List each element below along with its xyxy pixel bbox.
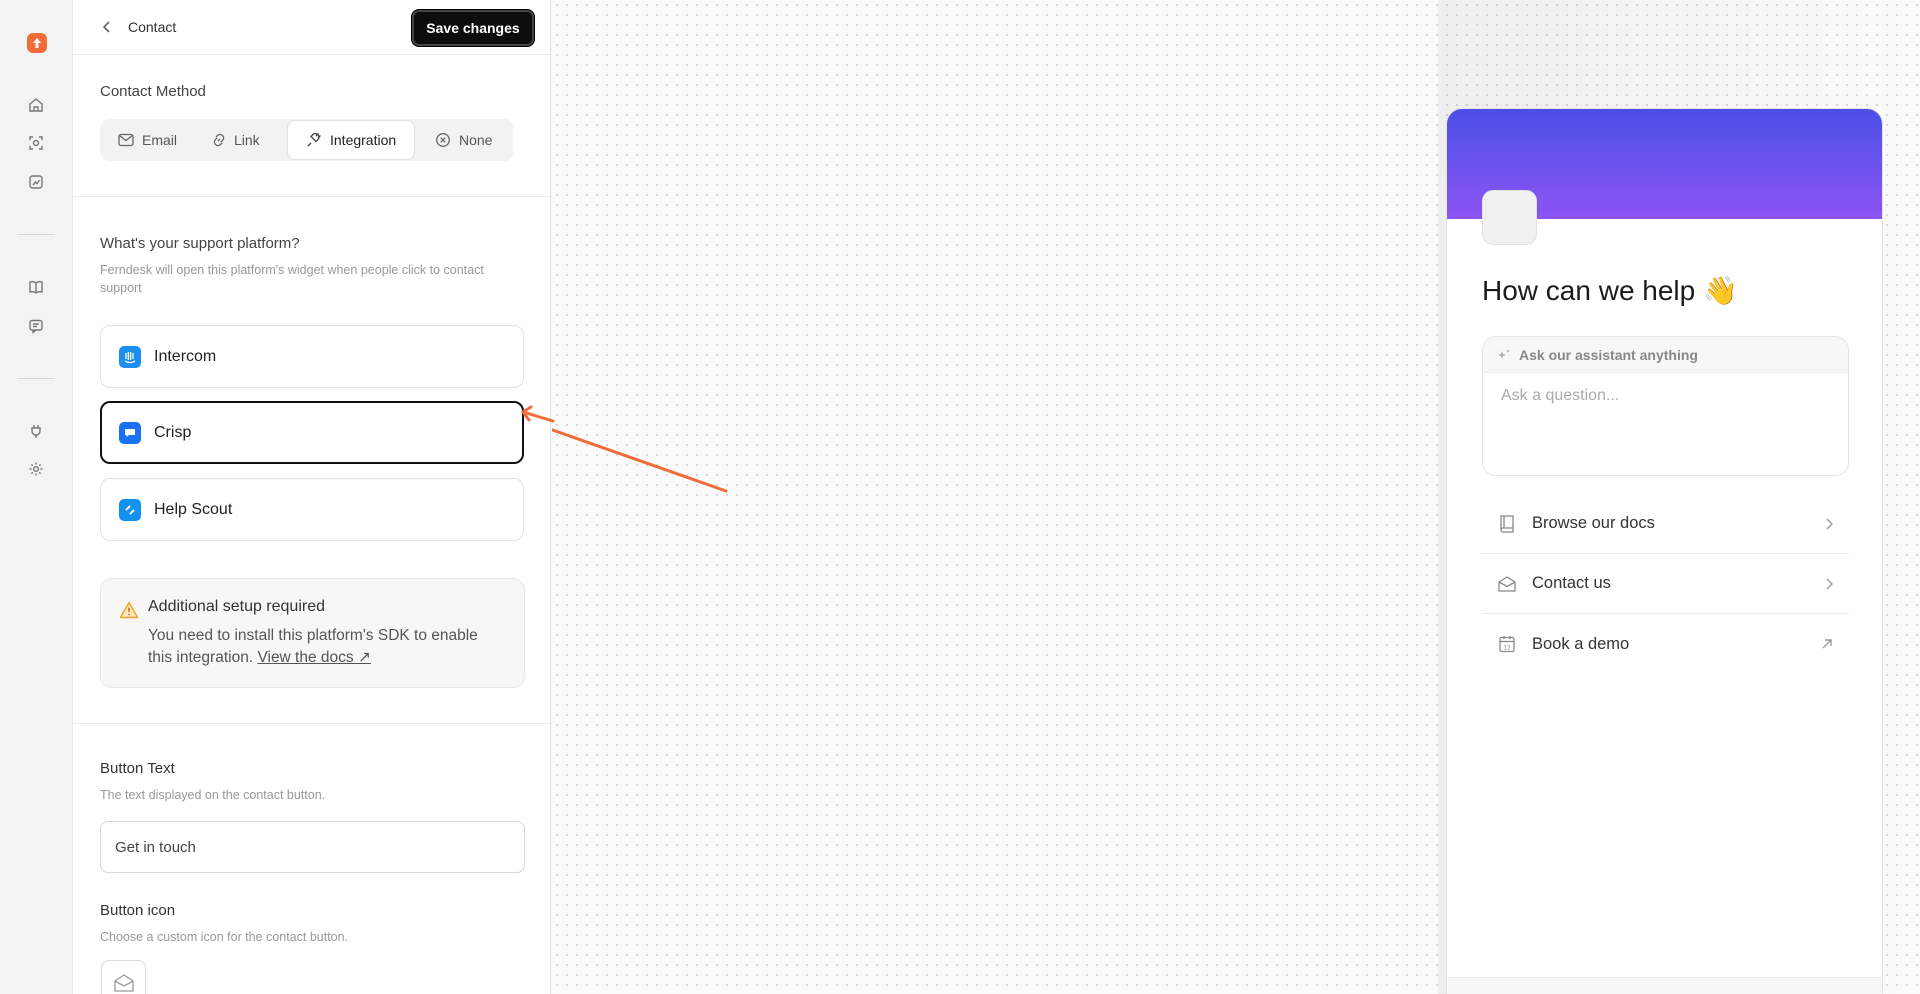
- section-divider: [73, 723, 550, 724]
- contact-method-none-label: None: [459, 132, 493, 148]
- platform-option-label: Help Scout: [154, 500, 233, 518]
- chevron-right-icon: [1825, 518, 1833, 530]
- button-icon-picker[interactable]: [101, 960, 146, 994]
- envelope-icon: [118, 133, 134, 147]
- calendar-icon: 12: [1496, 633, 1518, 655]
- powered-by-footer: [1447, 977, 1882, 994]
- intercom-logo-icon: [119, 345, 141, 368]
- warning-icon: [119, 601, 139, 624]
- contact-method-none[interactable]: None: [417, 120, 513, 160]
- contact-method-email-label: Email: [142, 132, 178, 148]
- assistant-box[interactable]: Ask our assistant anything Ask a questio…: [1482, 336, 1849, 476]
- widget-link-label: Contact us: [1532, 574, 1611, 592]
- platform-option-crisp[interactable]: Crisp: [100, 401, 524, 464]
- envelope-open-icon: [113, 973, 134, 992]
- widget-link-book-demo[interactable]: 12 Book a demo: [1482, 614, 1849, 674]
- gear-icon[interactable]: [26, 459, 46, 479]
- platform-question: What's your support platform?: [100, 235, 300, 252]
- annotation-arrow: [552, 428, 728, 493]
- contact-method-link-label: Link: [234, 132, 260, 148]
- panel-topbar: Contact Save changes: [73, 0, 550, 55]
- book-icon[interactable]: [26, 277, 46, 297]
- button-text-input[interactable]: [100, 821, 525, 873]
- external-arrow-icon: [1821, 638, 1833, 650]
- chat-icon[interactable]: [26, 316, 46, 336]
- scan-icon[interactable]: [26, 133, 46, 153]
- rail-divider: [17, 234, 55, 235]
- assistant-question-input[interactable]: Ask a question...: [1501, 387, 1619, 405]
- contact-method-integration[interactable]: Integration: [287, 120, 415, 160]
- help-widget-preview: How can we help 👋 Ask our assistant anyt…: [1446, 108, 1883, 994]
- button-icon-label: Button icon: [100, 902, 176, 919]
- back-chevron-icon[interactable]: [97, 17, 117, 37]
- rail-divider: [17, 378, 55, 379]
- button-text-help: The text displayed on the contact button…: [100, 788, 326, 802]
- plug-icon: [307, 132, 321, 147]
- book-icon: [1496, 513, 1518, 535]
- x-circle-icon: [436, 133, 450, 147]
- button-text-label: Button Text: [100, 760, 175, 777]
- notice-title: Additional setup required: [148, 598, 326, 615]
- plug-icon[interactable]: [26, 421, 46, 441]
- annotation-arrowhead: [521, 405, 555, 423]
- contact-method-integration-label: Integration: [330, 132, 397, 148]
- platform-option-label: Intercom: [154, 347, 217, 365]
- help-scout-logo-icon: [119, 498, 141, 521]
- platform-help: Ferndesk will open this platform's widge…: [100, 263, 484, 295]
- notice-body: You need to install this platform's SDK …: [148, 625, 488, 669]
- widget-logo: [1482, 190, 1537, 245]
- platform-option-help-scout[interactable]: Help Scout: [100, 478, 524, 541]
- assistant-header: Ask our assistant anything: [1483, 337, 1848, 373]
- widget-link-contact-us[interactable]: Contact us: [1482, 554, 1849, 614]
- contact-method-label: Contact Method: [100, 83, 206, 100]
- editor-panel: Contact Save changes Contact Method Emai…: [73, 0, 551, 994]
- widget-link-label: Browse our docs: [1532, 514, 1655, 532]
- crisp-logo-icon: [119, 421, 141, 444]
- section-divider: [73, 196, 550, 197]
- view-docs-link[interactable]: View the docs ↗: [257, 649, 371, 666]
- contact-method-selector: Email Link Integration None: [100, 119, 513, 161]
- link-icon: [213, 133, 225, 147]
- analytics-icon[interactable]: [26, 172, 46, 192]
- assistant-label: Ask our assistant anything: [1519, 346, 1698, 363]
- page-title: Contact: [128, 19, 177, 35]
- button-icon-help: Choose a custom icon for the contact but…: [100, 930, 349, 944]
- svg-text:12: 12: [1504, 646, 1511, 652]
- widget-title: How can we help 👋: [1482, 275, 1738, 306]
- contact-method-link[interactable]: Link: [194, 120, 288, 160]
- save-button[interactable]: Save changes: [412, 10, 534, 46]
- platform-option-label: Crisp: [154, 423, 192, 441]
- sparkle-icon: [1498, 348, 1510, 359]
- widget-link-browse-docs[interactable]: Browse our docs: [1482, 494, 1849, 554]
- envelope-icon: [1496, 573, 1518, 595]
- app-rail: [0, 0, 73, 994]
- app-logo-icon[interactable]: [27, 33, 47, 53]
- chevron-right-icon: [1825, 578, 1833, 590]
- platform-option-intercom[interactable]: Intercom: [100, 325, 524, 388]
- widget-link-label: Book a demo: [1532, 634, 1630, 653]
- home-icon[interactable]: [26, 95, 46, 115]
